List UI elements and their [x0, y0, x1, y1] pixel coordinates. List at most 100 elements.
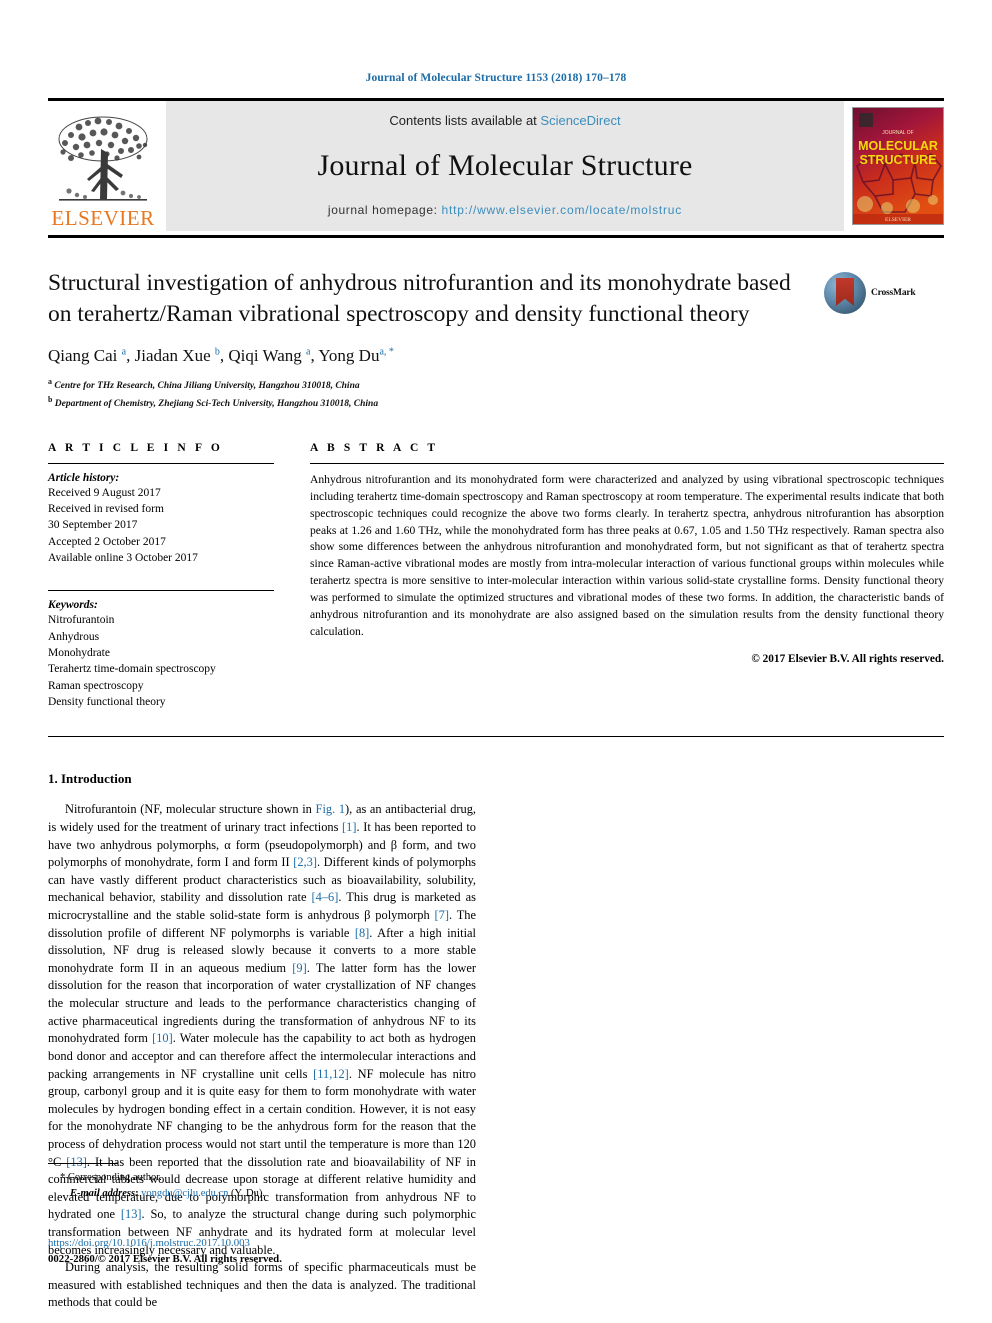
- citation-link[interactable]: [8]: [355, 926, 369, 940]
- keywords-list: Nitrofurantoin Anhydrous Monohydrate Ter…: [48, 612, 274, 710]
- article-info-rule: [48, 462, 274, 464]
- author-name: Jiadan Xue: [134, 346, 211, 366]
- keywords-block: Keywords: Nitrofurantoin Anhydrous Monoh…: [48, 590, 274, 710]
- author-item: Yong Dua, *: [318, 346, 394, 365]
- doi-issn-block: https://doi.org/10.1016/j.molstruc.2017.…: [48, 1235, 548, 1267]
- author-affil-marker: b: [214, 346, 220, 358]
- footnote-rule: [48, 1163, 118, 1164]
- citation-link[interactable]: [9]: [292, 961, 306, 975]
- cover-artwork: JOURNAL OF MOLECULAR STRUCTURE ELSEVIER: [853, 108, 943, 224]
- author-affil-marker: a, *: [379, 346, 394, 358]
- citation-link[interactable]: [10]: [152, 1031, 173, 1045]
- affiliation-list: a Centre for THz Research, China Jiliang…: [48, 376, 944, 412]
- author-item: Qiqi Wang a: [228, 346, 310, 365]
- journal-title: Journal of Molecular Structure: [317, 148, 693, 182]
- email-address-label: E-mail address:: [70, 1187, 139, 1199]
- history-item: Received 9 August 2017: [48, 486, 161, 499]
- homepage-url-link[interactable]: http://www.elsevier.com/locate/molstruc: [441, 203, 682, 217]
- title-block: Structural investigation of anhydrous ni…: [48, 268, 944, 330]
- section-heading-introduction: 1. Introduction: [48, 771, 132, 787]
- history-item: Received in revised form: [48, 503, 164, 516]
- sciencedirect-link[interactable]: ScienceDirect: [540, 113, 620, 128]
- keyword-item: Density functional theory: [48, 696, 166, 709]
- article-history-title: Article history:: [48, 471, 120, 484]
- copyright-line: © 2017 Elsevier B.V. All rights reserved…: [751, 653, 944, 665]
- author-item: Qiang Cai a: [48, 346, 126, 365]
- info-abstract-region: A R T I C L E I N F O Article history: R…: [48, 442, 944, 711]
- svg-text:ELSEVIER: ELSEVIER: [885, 217, 911, 223]
- body-columns: 1. Introduction Nitrofurantoin (NF, mole…: [48, 771, 944, 1312]
- svg-text:MOLECULAR: MOLECULAR: [858, 139, 938, 153]
- article-info-column: A R T I C L E I N F O Article history: R…: [48, 442, 274, 711]
- intro-text: Nitrofurantoin (NF, molecular structure …: [65, 802, 316, 817]
- body-column-right: [516, 771, 944, 1312]
- abstract-heading: A B S T R A C T: [310, 441, 439, 454]
- citation-link[interactable]: [1]: [342, 820, 356, 834]
- author-affil-marker: a: [306, 346, 311, 358]
- history-item: Available online 3 October 2017: [48, 552, 198, 565]
- elsevier-tree-icon: [58, 116, 148, 201]
- contents-prefix: Contents lists available at: [389, 113, 541, 128]
- email-note: E-mail address: yongdu@cjlu.edu.cn (Y. D…: [48, 1186, 472, 1202]
- history-item: 30 September 2017: [48, 519, 138, 532]
- crossmark-label: CrossMark: [871, 288, 916, 298]
- author-name: Yong Du: [318, 346, 380, 366]
- elsevier-wordmark: ELSEVIER: [51, 206, 155, 230]
- crossmark-icon: [824, 272, 866, 314]
- elsevier-logo: ELSEVIER: [48, 101, 158, 231]
- masthead-bottom-rule: [48, 235, 944, 238]
- footnote-block: * Corresponding author. E-mail address: …: [48, 1163, 472, 1202]
- doi-link[interactable]: https://doi.org/10.1016/j.molstruc.2017.…: [48, 1235, 548, 1251]
- citation-link[interactable]: [2,3]: [293, 855, 317, 869]
- history-item: Accepted 2 October 2017: [48, 535, 166, 548]
- author-affil-marker: a: [121, 346, 127, 358]
- footnote-star: *: [60, 1172, 66, 1183]
- affiliation-marker: b: [48, 394, 53, 404]
- figure-reference-link[interactable]: Fig. 1: [316, 802, 346, 816]
- affiliation-item: a Centre for THz Research, China Jiliang…: [48, 376, 944, 394]
- author-list: Qiang Cai a, Jiadan Xue b, Qiqi Wang a, …: [48, 346, 394, 366]
- citation-link[interactable]: [7]: [435, 908, 449, 922]
- keyword-item: Nitrofurantoin: [48, 614, 115, 627]
- author-item: Jiadan Xue b: [135, 346, 220, 365]
- affiliation-text: Department of Chemistry, Zhejiang Sci-Te…: [54, 399, 379, 410]
- crossmark-badge[interactable]: CrossMark: [824, 272, 944, 314]
- issn-copyright-line: 0022-2860/© 2017 Elsevier B.V. All right…: [48, 1253, 282, 1266]
- article-page: Journal of Molecular Structure 1153 (201…: [0, 0, 992, 1323]
- citation-link[interactable]: [11,12]: [313, 1067, 349, 1081]
- abstract-text: Anhydrous nitrofurantion and its monohyd…: [310, 472, 944, 639]
- email-link[interactable]: yongdu@cjlu.edu.cn: [141, 1188, 228, 1199]
- affiliation-text: Centre for THz Research, China Jiliang U…: [54, 381, 360, 392]
- author-name: Qiqi Wang: [228, 346, 302, 366]
- page-title: Structural investigation of anhydrous ni…: [48, 270, 791, 328]
- journal-cover-thumbnail: JOURNAL OF MOLECULAR STRUCTURE ELSEVIER: [852, 107, 944, 225]
- keyword-item: Monohydrate: [48, 647, 110, 660]
- author-name: Qiang Cai: [48, 346, 118, 366]
- journal-masthead: ELSEVIER Contents lists available at Sci…: [48, 98, 944, 231]
- abstract-column: A B S T R A C T Anhydrous nitrofurantion…: [310, 442, 944, 711]
- journal-homepage-line: journal homepage: http://www.elsevier.co…: [328, 203, 682, 217]
- citation-link[interactable]: [4–6]: [312, 890, 339, 904]
- contents-available-line: Contents lists available at ScienceDirec…: [389, 113, 620, 128]
- keyword-item: Raman spectroscopy: [48, 679, 144, 692]
- email-owner: (Y. Du).: [231, 1187, 265, 1199]
- keyword-item: Terahertz time-domain spectroscopy: [48, 663, 216, 676]
- affiliation-item: b Department of Chemistry, Zhejiang Sci-…: [48, 394, 944, 412]
- keywords-rule: [48, 590, 274, 592]
- affiliation-marker: a: [48, 377, 52, 387]
- body-separator-rule: [48, 736, 944, 738]
- homepage-label: journal homepage:: [327, 203, 438, 217]
- abstract-rule: [310, 462, 944, 464]
- intro-text: . NF molecule has nitro group, carbonyl …: [48, 1066, 476, 1169]
- keywords-title: Keywords:: [48, 599, 98, 612]
- body-column-left: 1. Introduction Nitrofurantoin (NF, mole…: [48, 771, 476, 1312]
- corresponding-author-note: * Corresponding author.: [48, 1170, 472, 1186]
- svg-text:JOURNAL OF: JOURNAL OF: [882, 130, 913, 136]
- journal-band: Contents lists available at ScienceDirec…: [166, 101, 844, 231]
- article-info-heading: A R T I C L E I N F O: [48, 441, 223, 454]
- svg-text:STRUCTURE: STRUCTURE: [859, 153, 936, 167]
- citation-link[interactable]: [13]: [121, 1207, 142, 1221]
- keyword-item: Anhydrous: [48, 630, 100, 643]
- article-history-list: Received 9 August 2017 Received in revis…: [48, 485, 274, 567]
- running-head: Journal of Molecular Structure 1153 (201…: [365, 72, 627, 84]
